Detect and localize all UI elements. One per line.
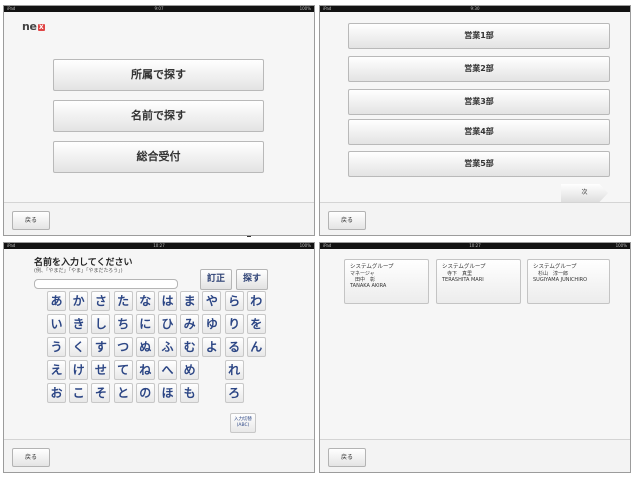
kana-key[interactable]: り: [224, 314, 244, 334]
kana-key[interactable]: ら: [224, 291, 244, 311]
kana-key[interactable]: ね: [135, 360, 155, 380]
kana-key[interactable]: う: [47, 337, 66, 357]
status-battery: 100%: [615, 243, 627, 248]
kana-key[interactable]: さ: [91, 291, 111, 311]
kana-key[interactable]: や: [202, 291, 222, 311]
kana-key[interactable]: よ: [202, 337, 222, 357]
back-button[interactable]: 戻る: [12, 211, 50, 230]
screen-department-list: iPad 9:30 営業1部 営業2部 営業3部 営業4部 営業5部 次 戻る: [319, 5, 631, 236]
bottom-bar: 戻る: [320, 202, 630, 235]
kana-key[interactable]: ふ: [158, 337, 177, 357]
result-name-en: TANAKA AKIRA: [350, 283, 387, 289]
bottom-bar: 戻る: [4, 439, 314, 472]
result-group: システムグループ: [350, 264, 394, 270]
kana-key[interactable]: わ: [246, 291, 266, 311]
kana-key[interactable]: そ: [91, 383, 111, 403]
result-group: システムグループ: [442, 264, 486, 270]
neix-logo: ne X: [22, 20, 45, 33]
kana-key[interactable]: ゆ: [202, 314, 222, 334]
status-time: 9:07: [154, 6, 164, 11]
kana-key[interactable]: へ: [158, 360, 177, 380]
department-button[interactable]: 営業2部: [348, 56, 610, 82]
kana-key[interactable]: な: [135, 291, 155, 311]
logo-text: ne: [22, 20, 37, 33]
kana-key[interactable]: き: [69, 314, 89, 334]
department-button[interactable]: 営業4部: [348, 119, 610, 145]
kana-key[interactable]: あ: [47, 291, 66, 311]
back-button[interactable]: 戻る: [12, 448, 50, 467]
kana-key[interactable]: け: [69, 360, 89, 380]
kana-key[interactable]: と: [113, 383, 133, 403]
kana-key[interactable]: つ: [113, 337, 133, 357]
input-mode-switch-key[interactable]: 入力切替 (ABC): [230, 413, 256, 433]
kana-key[interactable]: み: [180, 314, 200, 334]
kana-key[interactable]: こ: [69, 383, 89, 403]
status-bar: iPad 9:07 100%: [4, 6, 314, 12]
status-bar: iPad 10:27 100%: [4, 243, 314, 249]
name-input-field[interactable]: [34, 279, 178, 289]
kana-key[interactable]: た: [113, 291, 133, 311]
kana-key[interactable]: せ: [91, 360, 111, 380]
result-card[interactable]: システムグループ マネージャ 田中 彰 TANAKA AKIRA: [344, 259, 429, 304]
screen-search-results: iPad 10:27 100% システムグループ マネージャ 田中 彰 TANA…: [319, 242, 631, 473]
input-example-hint: (例、「やまだ」「やま」「やまだたろう」): [34, 268, 123, 274]
kana-key[interactable]: を: [246, 314, 266, 334]
department-button[interactable]: 営業1部: [348, 23, 610, 49]
screen-top-menu: iPad 9:07 100% ne X 所属で探す 名前で探す 総合受付 戻る: [3, 5, 315, 236]
status-time: 10:27: [469, 243, 481, 248]
result-name-en: TERASHITA MARI: [442, 277, 484, 283]
kana-key[interactable]: ま: [180, 291, 200, 311]
bottom-bar: 戻る: [4, 202, 314, 235]
result-card[interactable]: システムグループ 寺下 真里 TERASHITA MARI: [436, 259, 521, 304]
kana-key[interactable]: は: [158, 291, 177, 311]
kana-key[interactable]: る: [224, 337, 244, 357]
status-bar: iPad 10:27 100%: [320, 243, 630, 249]
kana-key[interactable]: ほ: [158, 383, 177, 403]
result-group: システムグループ: [533, 264, 577, 270]
kana-key[interactable]: く: [69, 337, 89, 357]
kana-key[interactable]: し: [91, 314, 111, 334]
kana-key[interactable]: れ: [224, 360, 244, 380]
search-button[interactable]: 探す: [236, 269, 268, 290]
kana-key[interactable]: お: [47, 383, 66, 403]
status-battery: 100%: [299, 243, 311, 248]
screen-name-input: iPad 10:27 100% 名前を入力してください (例、「やまだ」「やま」…: [3, 242, 315, 473]
general-reception-button[interactable]: 総合受付: [53, 141, 264, 173]
department-button[interactable]: 営業5部: [348, 151, 610, 177]
kana-key[interactable]: い: [47, 314, 66, 334]
next-page-button[interactable]: 次: [561, 184, 608, 202]
kana-key[interactable]: ち: [113, 314, 133, 334]
status-bar: iPad 9:30: [320, 6, 630, 12]
back-button[interactable]: 戻る: [328, 448, 366, 467]
kana-key[interactable]: す: [91, 337, 111, 357]
kana-key[interactable]: ん: [246, 337, 266, 357]
result-name-en: SUGIYAMA JUNICHIRO: [533, 277, 588, 283]
logo-x-mark: X: [37, 23, 45, 31]
kana-key[interactable]: て: [113, 360, 133, 380]
bottom-bar: 戻る: [320, 439, 630, 472]
kana-key[interactable]: え: [47, 360, 66, 380]
mode-key-line2: (ABC): [236, 423, 250, 428]
back-button[interactable]: 戻る: [328, 211, 366, 230]
kana-key[interactable]: ひ: [158, 314, 177, 334]
kana-key[interactable]: ぬ: [135, 337, 155, 357]
status-battery: 100%: [299, 6, 311, 11]
status-time: 10:27: [153, 243, 165, 248]
mode-key-line1: 入力切替: [234, 417, 252, 422]
correct-button[interactable]: 訂正: [200, 269, 232, 290]
department-button[interactable]: 営業3部: [348, 89, 610, 115]
search-by-department-button[interactable]: 所属で探す: [53, 59, 264, 91]
kana-key[interactable]: め: [180, 360, 200, 380]
result-card[interactable]: システムグループ 杉山 淳一郎 SUGIYAMA JUNICHIRO: [527, 259, 610, 304]
kana-key[interactable]: の: [135, 383, 155, 403]
kana-key[interactable]: ろ: [224, 383, 244, 403]
kana-key[interactable]: む: [180, 337, 200, 357]
status-time: 9:30: [470, 6, 480, 11]
search-by-name-button[interactable]: 名前で探す: [53, 100, 264, 132]
kana-key[interactable]: か: [69, 291, 89, 311]
kana-key[interactable]: に: [135, 314, 155, 334]
kana-key[interactable]: も: [180, 383, 200, 403]
divider-mark: [247, 236, 251, 237]
